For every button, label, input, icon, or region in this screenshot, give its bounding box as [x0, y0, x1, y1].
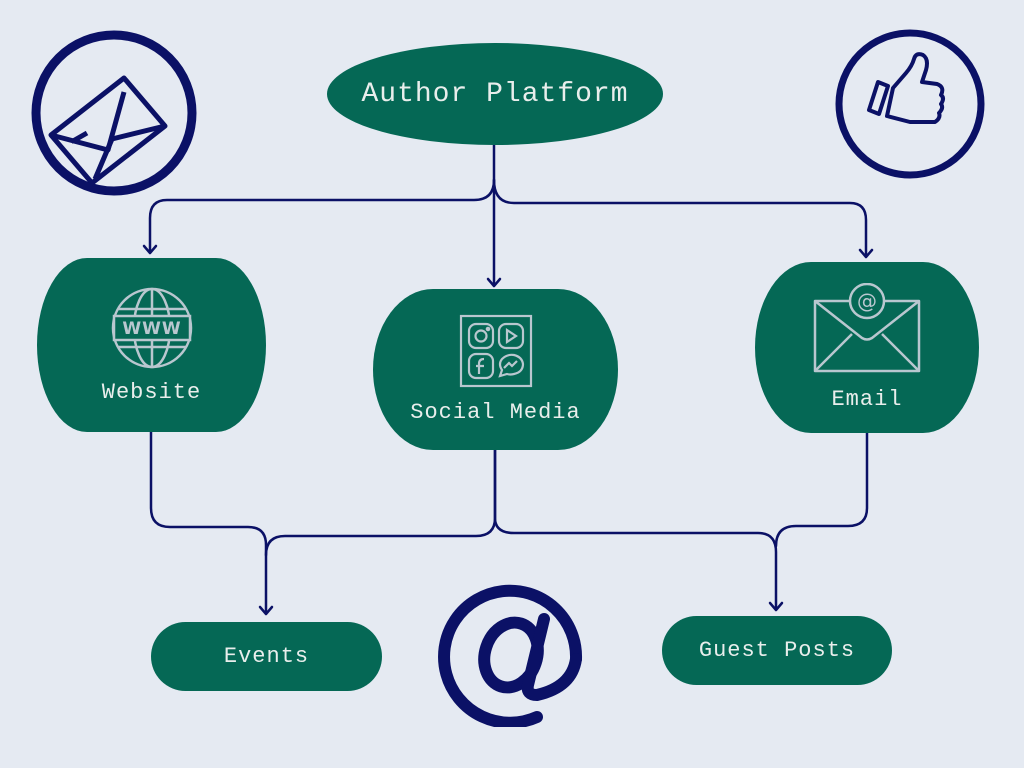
svg-text:WWW: WWW [122, 319, 181, 339]
node-label: Email [831, 387, 903, 412]
email-at-icon: @ [813, 283, 921, 373]
edge-website-events [149, 430, 268, 614]
node-social-media: Social Media [373, 289, 618, 450]
node-label: Events [223, 644, 310, 669]
node-label: Guest Posts [698, 638, 856, 663]
edge-root-website [148, 178, 496, 254]
edge-email-guest [774, 431, 869, 548]
node-label: Author Platform [361, 78, 629, 110]
edge-social-events [264, 448, 497, 557]
social-apps-icon [459, 314, 532, 388]
globe-www-icon: WWW [111, 287, 192, 368]
node-author-platform: Author Platform [327, 43, 663, 145]
node-events: Events [151, 622, 382, 691]
node-label: Website [101, 379, 202, 405]
thumbs-up-circle-icon [835, 29, 985, 179]
node-email: @ Email [755, 262, 979, 433]
node-website: WWW Website [37, 258, 266, 432]
svg-text:@: @ [857, 289, 877, 313]
node-guest-posts: Guest Posts [662, 616, 892, 685]
node-label: Social Media [410, 400, 581, 425]
edge-root-email [492, 178, 868, 258]
at-sign-icon [438, 584, 583, 727]
envelope-circle-icon [31, 30, 197, 196]
